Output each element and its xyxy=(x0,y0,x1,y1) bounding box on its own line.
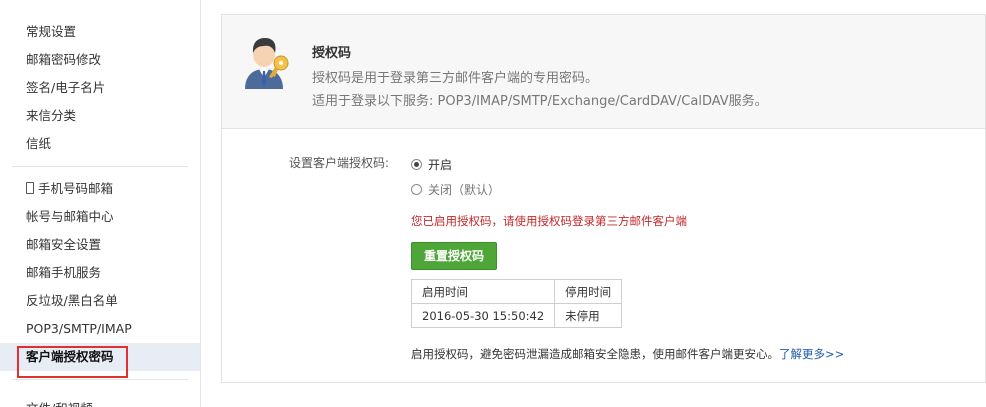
sidebar-item-label: 来信分类 xyxy=(26,108,77,123)
sidebar-item-label: 邮箱密码修改 xyxy=(26,52,102,67)
radio-label-off: 关闭（默认） xyxy=(428,183,501,197)
sidebar-item-security-settings[interactable]: 邮箱安全设置 xyxy=(0,231,200,259)
radio-option-off[interactable]: 关闭（默认） xyxy=(411,181,500,198)
sidebar-item-mail-filter[interactable]: 来信分类 xyxy=(0,102,200,130)
nav-divider xyxy=(12,166,188,167)
table-cell-disable-time: 未停用 xyxy=(554,303,623,328)
sidebar-item-general-settings[interactable]: 常规设置 xyxy=(0,18,200,46)
learn-more-link[interactable]: 了解更多>> xyxy=(779,347,844,361)
sidebar-item-antispam[interactable]: 反垃圾/黑白名单 xyxy=(0,287,200,315)
radio-option-on[interactable]: 开启 xyxy=(411,156,452,173)
sidebar-item-password-change[interactable]: 邮箱密码修改 xyxy=(0,46,200,74)
table-header-enable-time: 启用时间 xyxy=(410,279,556,304)
auth-code-panel: 授权码 授权码是用于登录第三方邮件客户端的专用密码。 适用于登录以下服务: PO… xyxy=(221,14,986,383)
table-header-disable-time: 停用时间 xyxy=(554,279,623,304)
sidebar-item-account-center[interactable]: 帐号与邮箱中心 xyxy=(0,203,200,231)
sidebar-item-pop3-smtp-imap[interactable]: POP3/SMTP/IMAP xyxy=(0,315,200,343)
sidebar-item-label: 邮箱安全设置 xyxy=(26,237,102,252)
panel-description: 授权码是用于登录第三方邮件客户端的专用密码。 xyxy=(312,71,599,86)
table-row: 2016-05-30 15:50:42 未停用 xyxy=(410,303,623,328)
sidebar-item-phone-mailbox[interactable]: 手机号码邮箱 xyxy=(0,175,200,203)
reset-auth-code-button[interactable]: 重置授权码 xyxy=(411,242,497,270)
panel-title: 授权码 xyxy=(312,46,352,61)
nav-divider xyxy=(12,379,188,380)
footer-text: 启用授权码，避免密码泄漏造成邮箱安全隐患，使用邮件客户端更安心。 xyxy=(411,347,779,361)
auth-enabled-warning: 您已启用授权码，请使用授权码登录第三方邮件客户端 xyxy=(411,214,687,228)
sidebar-item-label: 帐号与邮箱中心 xyxy=(26,209,114,224)
sidebar-item-label: 签名/电子名片 xyxy=(26,80,106,95)
sidebar-item-signature[interactable]: 签名/电子名片 xyxy=(0,74,200,102)
phone-icon xyxy=(26,182,34,194)
panel-header: 授权码 授权码是用于登录第三方邮件客户端的专用密码。 适用于登录以下服务: PO… xyxy=(222,15,985,129)
radio-button-off[interactable] xyxy=(411,184,422,195)
sidebar-item-label: 邮箱手机服务 xyxy=(26,265,102,280)
panel-services-note: 适用于登录以下服务: POP3/IMAP/SMTP/Exchange/CardD… xyxy=(312,94,768,109)
table-cell-enable-time: 2016-05-30 15:50:42 xyxy=(410,303,556,328)
radio-label-on: 开启 xyxy=(428,158,453,172)
sidebar-item-label: 手机号码邮箱 xyxy=(38,181,114,196)
setting-label: 设置客户端授权码: xyxy=(289,156,390,170)
sidebar-item-label: 常规设置 xyxy=(26,24,77,39)
auth-time-table: 启用时间 停用时间 2016-05-30 15:50:42 未停用 xyxy=(410,279,623,328)
nav-group-general: 常规设置 邮箱密码修改 签名/电子名片 来信分类 信纸 xyxy=(0,0,200,158)
highlight-annotation-box xyxy=(17,346,128,378)
sidebar-item-mobile-service[interactable]: 邮箱手机服务 xyxy=(0,259,200,287)
sidebar-item-stationery[interactable]: 信纸 xyxy=(0,130,200,158)
radio-button-on[interactable] xyxy=(411,159,422,170)
footer-note: 启用授权码，避免密码泄漏造成邮箱安全隐患，使用邮件客户端更安心。了解更多>> xyxy=(411,346,844,362)
user-key-icon xyxy=(245,38,289,89)
sidebar-item-partial[interactable]: 文件/和视频 xyxy=(26,398,93,407)
sidebar-item-label: 反垃圾/黑白名单 xyxy=(26,293,118,308)
nav-group-account: 手机号码邮箱 帐号与邮箱中心 邮箱安全设置 邮箱手机服务 反垃圾/黑白名单 PO… xyxy=(0,175,200,371)
sidebar-item-label: POP3/SMTP/IMAP xyxy=(26,321,132,336)
sidebar-item-label: 信纸 xyxy=(26,136,52,151)
table-header-row: 启用时间 停用时间 xyxy=(410,279,623,304)
